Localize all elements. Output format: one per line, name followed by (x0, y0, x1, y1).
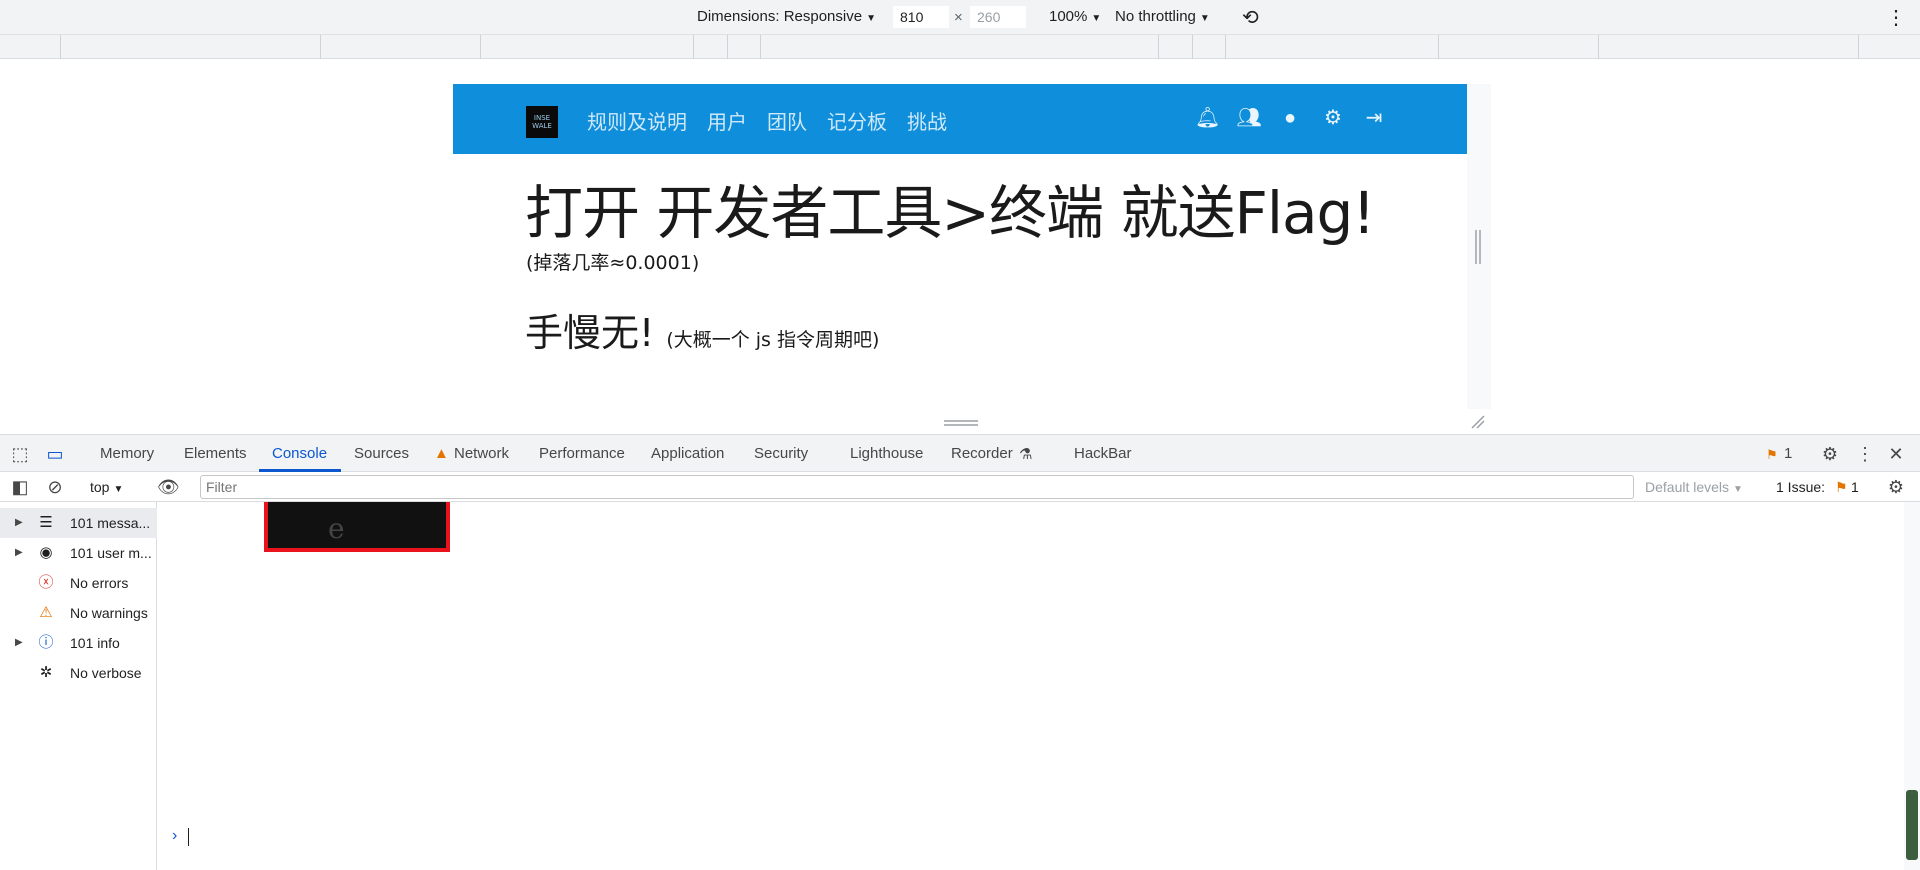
sidebar-item-info[interactable]: ▶ ⓘ 101 info (0, 628, 157, 658)
tab-performance[interactable]: Performance (539, 445, 625, 462)
default-levels-dropdown[interactable]: Default levels (1645, 479, 1743, 495)
console-toolbar: ◧ ⊘ top 👁︎ Filter Default levels 1 Issue… (0, 472, 1920, 502)
bug-icon: ✲ (39, 664, 53, 681)
nav-link-teams[interactable]: 团队 (767, 106, 807, 135)
console-sidebar: ▶ ☰ 101 messa... ▶ ◉ 101 user m... ⓧ No … (0, 502, 157, 870)
site-logo[interactable]: INSE WALE (526, 106, 558, 138)
live-expression-eye-icon[interactable]: 👁︎ (157, 476, 180, 498)
rotate-icon[interactable]: ⟲ (1242, 5, 1259, 30)
nav-link-users[interactable]: 用户 (707, 106, 747, 135)
tab-elements[interactable]: Elements (184, 445, 247, 462)
sidebar-label: No verbose (70, 665, 142, 681)
sidebar-label: 101 user m... (70, 545, 152, 561)
bell-icon[interactable]: 🔔︎ (1195, 106, 1220, 130)
sidebar-item-user-messages[interactable]: ▶ ◉ 101 user m... (0, 538, 157, 568)
issues-label[interactable]: 1 Issue: (1776, 479, 1825, 495)
emulated-page: INSE WALE 规则及说明 用户 团队 记分板 挑战 🔔︎ 👥︎ ● ⚙ ⇥… (453, 84, 1467, 409)
zoom-dropdown[interactable]: 100% (1049, 8, 1101, 25)
tab-application[interactable]: Application (651, 445, 724, 462)
expand-arrow-icon[interactable]: ▶ (15, 547, 23, 558)
console-output[interactable]: e (158, 502, 1904, 870)
sidebar-item-warnings[interactable]: ⚠ No warnings (0, 598, 157, 628)
more-options-icon[interactable]: ⋮ (1886, 5, 1906, 30)
resize-handle-corner[interactable] (1470, 414, 1486, 430)
list-icon: ☰ (39, 514, 53, 531)
expand-arrow-icon[interactable]: ▶ (15, 637, 23, 648)
console-scrollbar-thumb[interactable] (1906, 790, 1918, 860)
tab-console[interactable]: Console (272, 445, 327, 462)
console-image-output: e (264, 502, 450, 552)
media-query-ruler[interactable] (0, 35, 1920, 59)
warning-triangle-icon: ▲ (434, 445, 449, 462)
sidebar-label: No warnings (70, 605, 148, 621)
times-symbol: × (954, 9, 963, 26)
team-icon[interactable]: 👥︎ (1234, 106, 1264, 130)
user-icon: ◉ (39, 544, 53, 561)
filter-input[interactable]: Filter (200, 475, 1634, 499)
sidebar-label: 101 info (70, 635, 120, 651)
sidebar-label: No errors (70, 575, 129, 591)
height-input[interactable]: 260 (970, 6, 1026, 28)
image-glyph: e (328, 512, 345, 545)
logout-icon[interactable]: ⇥ (1362, 106, 1386, 130)
profile-icon[interactable]: ● (1278, 106, 1302, 130)
expand-arrow-icon[interactable]: ▶ (15, 517, 23, 528)
drop-rate-text: (掉落几率≈0.0001) (526, 252, 700, 274)
throttling-dropdown[interactable]: No throttling (1115, 8, 1210, 25)
clear-console-icon[interactable]: ⊘ (44, 476, 66, 498)
resize-handle-right[interactable] (1475, 230, 1481, 264)
settings-icon[interactable]: ⚙ (1319, 106, 1347, 130)
devtools-tabbar: ⬚ ▭ Memory Elements Console Sources ▲ Ne… (0, 434, 1920, 472)
flask-icon: ⚗ (1019, 446, 1033, 463)
tab-security[interactable]: Security (754, 445, 808, 462)
issues-flag-small-icon: ⚑ (1835, 479, 1848, 495)
width-input[interactable]: 810 (893, 6, 949, 28)
page-subheading: 手慢无! (大概一个 js 指令周期吧) (525, 302, 879, 357)
more-menu-icon[interactable]: ⋮ (1854, 443, 1876, 465)
tab-recorder[interactable]: Recorder (951, 445, 1013, 462)
nav-link-scoreboard[interactable]: 记分板 (827, 106, 887, 135)
sidebar-item-messages[interactable]: ▶ ☰ 101 messa... (0, 508, 157, 538)
page-heading: 打开 开发者工具>终端 就送Flag! (525, 179, 1376, 247)
dimensions-dropdown[interactable]: Dimensions: Responsive (697, 8, 876, 25)
sidebar-item-errors[interactable]: ⓧ No errors (0, 568, 157, 598)
issues-badge-count[interactable]: 1 (1784, 445, 1792, 462)
nav-link-rules[interactable]: 规则及说明 (587, 106, 687, 135)
subheading-text: 手慢无! (525, 311, 655, 355)
console-prompt-icon: › (172, 827, 178, 844)
console-input-caret[interactable] (188, 828, 189, 846)
tab-hackbar[interactable]: HackBar (1074, 445, 1132, 462)
close-icon[interactable]: ✕ (1885, 443, 1907, 465)
tab-lighthouse[interactable]: Lighthouse (850, 445, 923, 462)
issues-count[interactable]: 1 (1851, 479, 1859, 495)
error-icon: ⓧ (38, 574, 54, 591)
warning-icon: ⚠ (39, 604, 53, 621)
nav-link-challenges[interactable]: 挑战 (907, 106, 947, 135)
device-toggle-icon[interactable]: ▭ (44, 443, 66, 465)
info-icon: ⓘ (38, 634, 54, 651)
console-settings-icon[interactable]: ⚙ (1885, 476, 1907, 498)
resize-handle-bottom[interactable] (944, 420, 978, 426)
sidebar-toggle-icon[interactable]: ◧ (9, 476, 31, 498)
inspect-element-icon[interactable]: ⬚ (9, 443, 31, 465)
tab-network[interactable]: Network (454, 445, 509, 462)
sidebar-item-verbose[interactable]: ✲ No verbose (0, 658, 157, 688)
context-selector[interactable]: top (90, 479, 123, 495)
site-navbar: INSE WALE 规则及说明 用户 团队 记分板 挑战 🔔︎ 👥︎ ● ⚙ ⇥ (453, 84, 1467, 154)
tab-memory[interactable]: Memory (100, 445, 154, 462)
device-toolbar: Dimensions: Responsive 810 × 260 100% No… (0, 0, 1920, 35)
subheading-note: (大概一个 js 指令周期吧) (666, 329, 880, 351)
issues-flag-icon[interactable]: ⚑ (1766, 447, 1778, 463)
sidebar-label: 101 messa... (70, 515, 151, 531)
tab-sources[interactable]: Sources (354, 445, 409, 462)
settings-gear-icon[interactable]: ⚙ (1819, 443, 1841, 465)
